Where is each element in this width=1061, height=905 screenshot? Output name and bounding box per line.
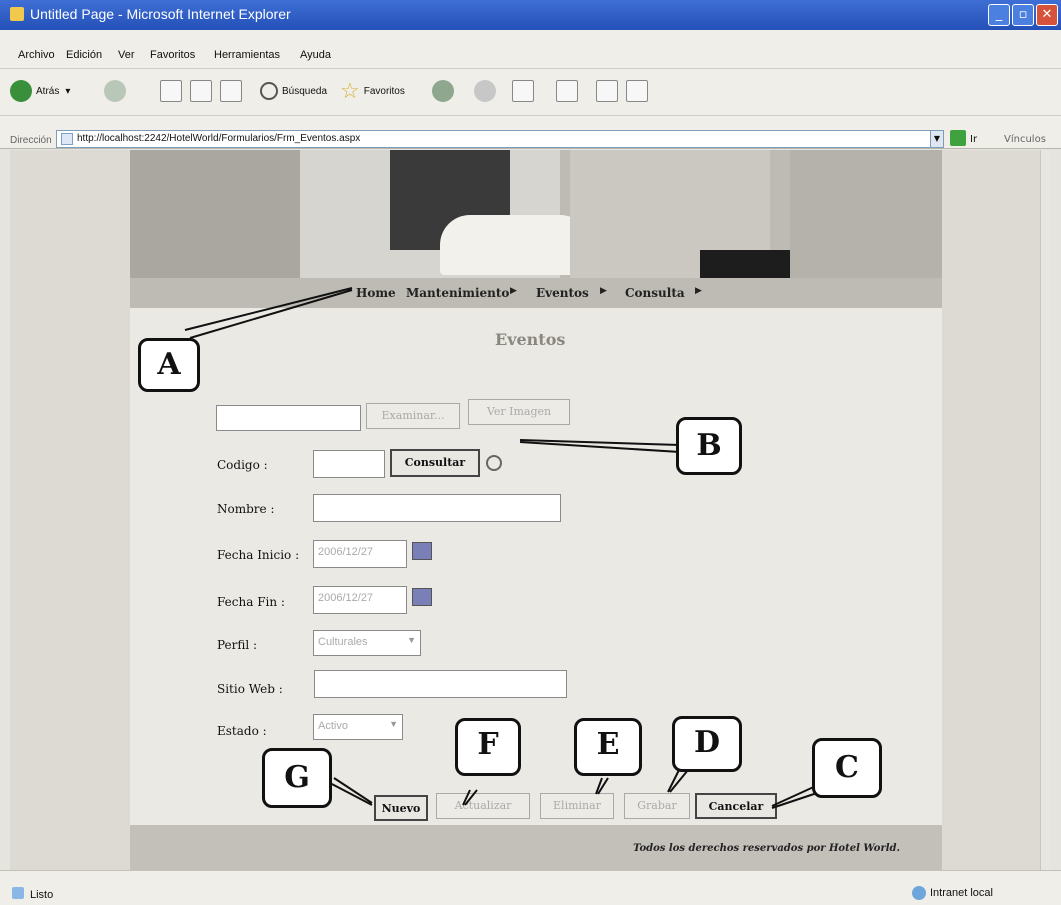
callout-connectors	[184, 287, 821, 809]
globe-icon	[912, 886, 926, 900]
page-status-icon	[12, 887, 24, 899]
callout-d: D	[672, 716, 742, 772]
callout-e: E	[574, 718, 642, 776]
status-text: Listo	[30, 889, 54, 901]
callout-b: B	[676, 417, 742, 475]
callout-f: F	[455, 718, 521, 776]
callout-a: A	[138, 338, 200, 392]
callout-c: C	[812, 738, 882, 798]
status-bar: Listo Intranet local	[0, 870, 1061, 905]
zone-text: Intranet local	[930, 887, 993, 899]
callout-g: G	[262, 748, 332, 808]
